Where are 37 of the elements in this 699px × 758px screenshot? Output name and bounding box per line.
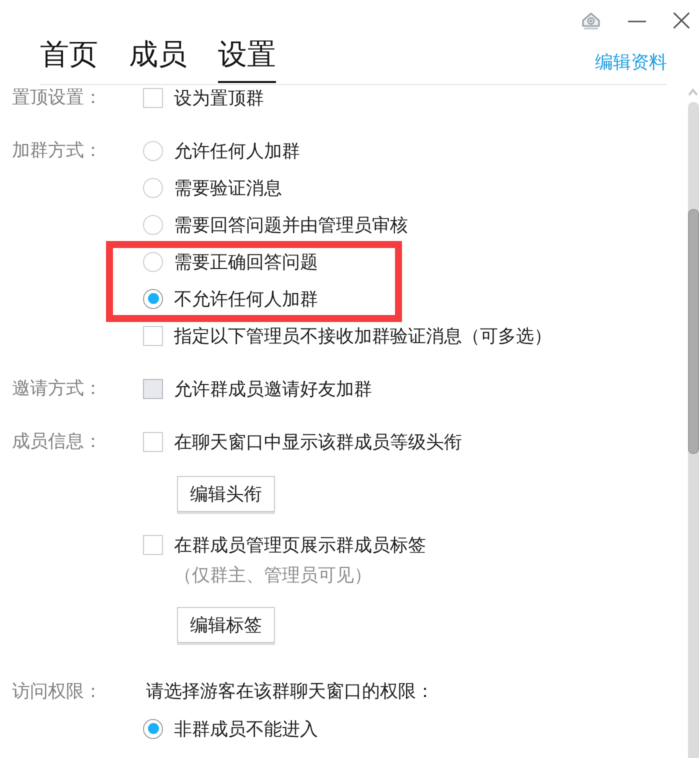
radio-label: 不允许任何人加群 (174, 288, 318, 310)
checkbox-label: 在聊天窗口中显示该群成员等级头衔 (174, 430, 462, 454)
scrollbar-thumb[interactable] (688, 209, 699, 454)
checkbox-label: 允许群成员邀请好友加群 (174, 378, 372, 400)
radio-button[interactable] (143, 718, 163, 738)
edit-button[interactable]: 编辑头衔 (177, 476, 275, 512)
edit-button[interactable]: 编辑标签 (177, 607, 275, 643)
setting-label: 成员信息： (12, 430, 102, 453)
tab[interactable]: 首页 (40, 38, 98, 83)
permission-prompt: 请选择游客在该群聊天窗口的权限： (146, 680, 434, 703)
setting-label: 访问权限： (12, 680, 102, 703)
radio-button[interactable] (143, 178, 163, 198)
scroll-up-icon[interactable] (688, 88, 698, 96)
setting-label: 置顶设置： (12, 86, 102, 109)
checkbox[interactable] (143, 432, 163, 452)
close-icon[interactable] (673, 12, 690, 29)
checkbox-label: 设为置顶群 (174, 86, 264, 110)
setting-label: 加群方式： (12, 139, 102, 162)
radio-button[interactable] (143, 140, 163, 160)
checkbox[interactable] (143, 88, 163, 108)
radio-label: 需要验证消息 (174, 176, 282, 200)
radio-label: 需要正确回答问题 (174, 250, 318, 274)
checkbox-label: 指定以下管理员不接收加群验证消息（可多选） (174, 324, 552, 348)
setting-label: 邀请方式： (12, 377, 102, 400)
checkbox[interactable] (143, 326, 163, 346)
checkbox-label: 在群成员管理页展示群成员标签 (174, 534, 426, 556)
radio-label: 需要回答问题并由管理员审核 (174, 214, 408, 236)
radio-button[interactable] (143, 252, 163, 272)
radio-label: 允许任何人加群 (174, 140, 300, 162)
checkbox[interactable] (143, 534, 163, 554)
visibility-note: （仅群主、管理员可见） (174, 564, 372, 587)
radio-button[interactable] (143, 214, 163, 234)
radio-button[interactable] (143, 288, 163, 308)
scrollbar-track[interactable] (688, 102, 699, 758)
radio-label: 非群成员不能进入 (174, 718, 318, 740)
tab[interactable]: 成员 (129, 38, 187, 83)
house-icon[interactable] (581, 12, 601, 30)
